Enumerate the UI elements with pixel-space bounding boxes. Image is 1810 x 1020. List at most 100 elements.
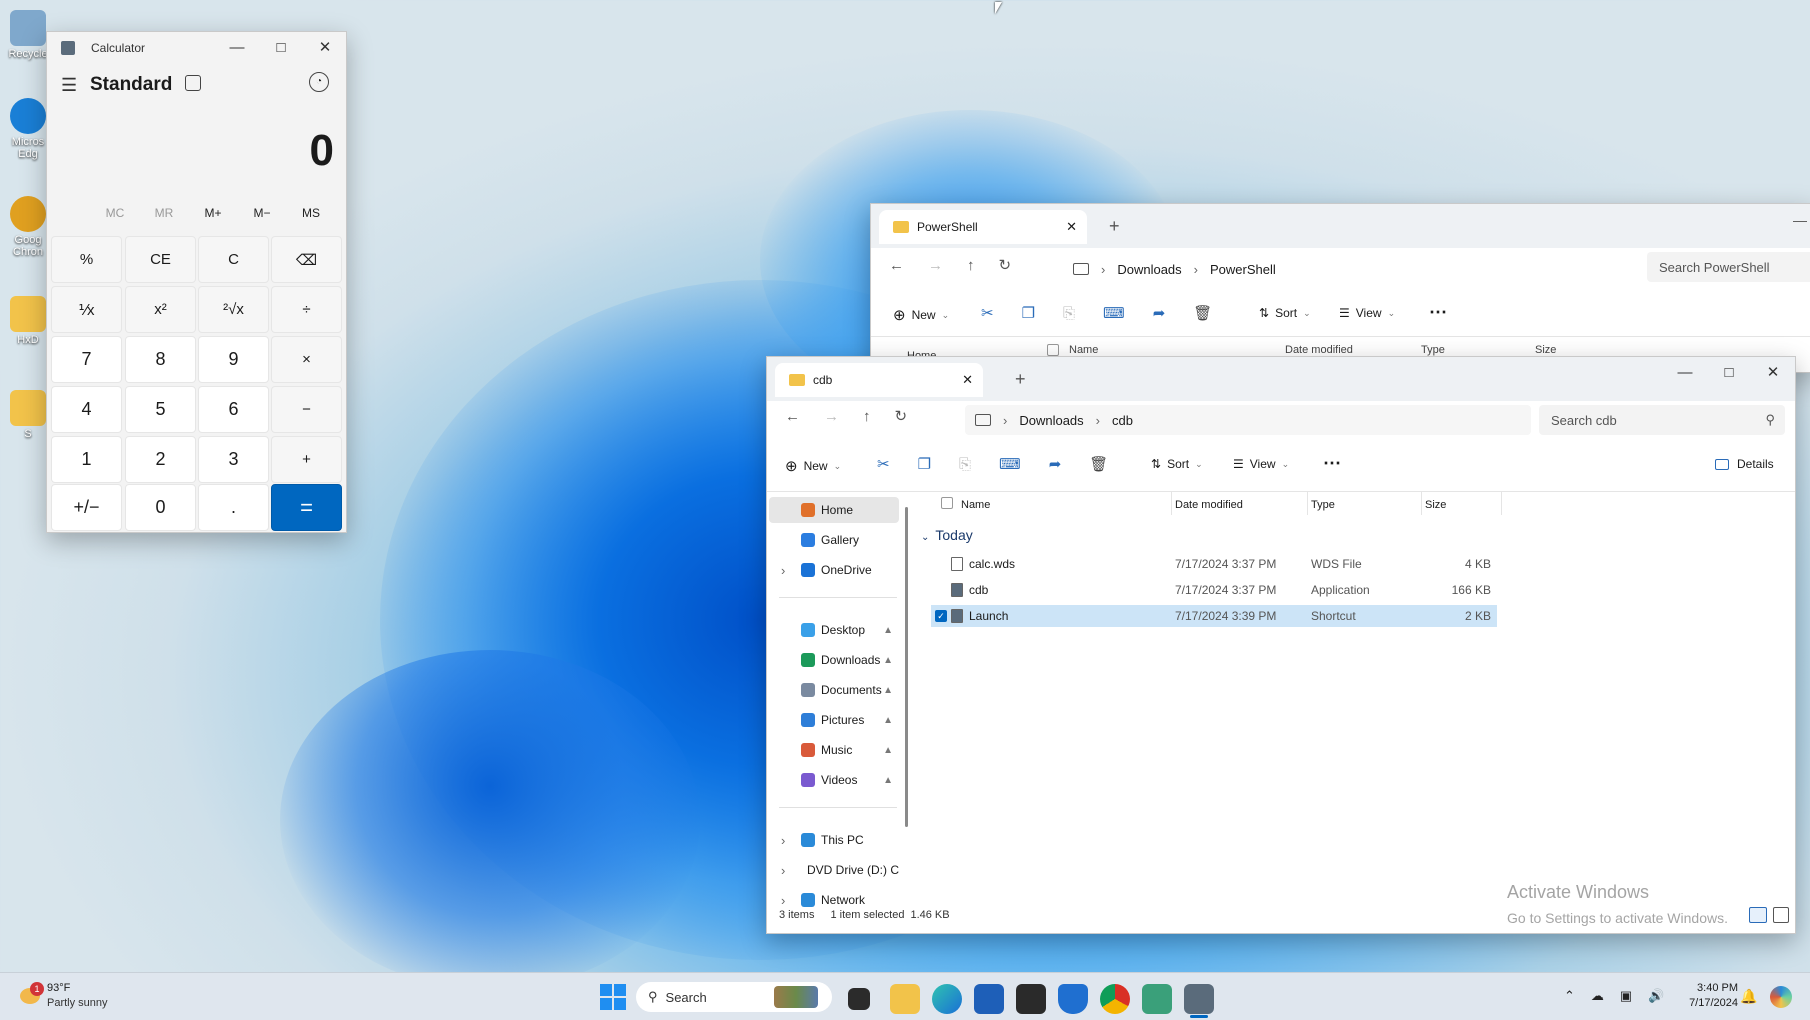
- start-button[interactable]: [600, 984, 626, 1010]
- minimize-button[interactable]: —: [1793, 212, 1807, 228]
- expand-chevron-icon[interactable]: ›: [781, 863, 785, 878]
- desktop-icon[interactable]: HxD: [6, 296, 50, 346]
- nav-item[interactable]: Videos ▲: [769, 767, 899, 793]
- new-icon[interactable]: ⊕: [893, 306, 906, 324]
- breadcrumb-cdb[interactable]: cdb: [1112, 413, 1133, 428]
- defender-taskbar-icon[interactable]: [1058, 984, 1088, 1014]
- calc-key[interactable]: x²: [125, 286, 196, 333]
- view-button-label[interactable]: View: [1250, 457, 1276, 471]
- calc-key[interactable]: 3: [198, 436, 269, 483]
- new-button-label[interactable]: New: [804, 459, 828, 473]
- search-input[interactable]: Search cdb: [1551, 413, 1617, 428]
- col-size[interactable]: Size: [1425, 499, 1446, 511]
- calc-key[interactable]: .: [198, 484, 269, 531]
- keep-on-top-icon[interactable]: [185, 75, 201, 91]
- memory-button[interactable]: M˅: [337, 206, 346, 220]
- details-button-label[interactable]: Details: [1737, 457, 1774, 471]
- copilot-icon[interactable]: [1770, 986, 1792, 1008]
- select-all-checkbox[interactable]: [1047, 344, 1059, 356]
- notepad-taskbar-icon[interactable]: [1142, 984, 1172, 1014]
- new-button-label[interactable]: New: [912, 308, 936, 322]
- notification-bell-icon[interactable]: 🔔: [1740, 988, 1757, 1005]
- up-icon[interactable]: ↑: [967, 257, 975, 274]
- clock[interactable]: 3:40 PM 7/17/2024: [1682, 982, 1738, 1009]
- rename-icon[interactable]: ⌨: [1103, 304, 1125, 322]
- close-tab-icon[interactable]: ✕: [962, 372, 973, 388]
- edge-taskbar-icon[interactable]: [932, 984, 962, 1014]
- sort-button-label[interactable]: Sort: [1167, 457, 1189, 471]
- memory-button[interactable]: MR: [140, 206, 188, 220]
- back-icon[interactable]: ←: [889, 257, 904, 274]
- maximize-button[interactable]: □: [259, 32, 303, 62]
- expand-chevron-icon[interactable]: ›: [781, 893, 785, 908]
- calc-key[interactable]: ⌫: [271, 236, 342, 283]
- expand-chevron-icon[interactable]: ›: [781, 833, 785, 848]
- search-icon[interactable]: ⚲: [1765, 412, 1775, 428]
- breadcrumb-downloads[interactable]: Downloads: [1019, 413, 1083, 428]
- calc-key[interactable]: 1: [51, 436, 122, 483]
- file-row[interactable]: calc.wds 7/17/2024 3:37 PM WDS File 4 KB: [931, 553, 1497, 575]
- close-tab-icon[interactable]: ✕: [1066, 219, 1077, 235]
- calc-key[interactable]: 7: [51, 336, 122, 383]
- minimize-button[interactable]: —: [215, 32, 259, 62]
- breadcrumb-downloads[interactable]: Downloads: [1117, 262, 1181, 277]
- calc-key[interactable]: 6: [198, 386, 269, 433]
- group-header-today[interactable]: ⌄ Today: [921, 527, 973, 543]
- calc-key[interactable]: ⅟x: [51, 286, 122, 333]
- forward-icon[interactable]: →: [824, 408, 839, 425]
- taskbar-search[interactable]: ⚲ Search: [636, 982, 832, 1012]
- desktop-icon[interactable]: Micros Edg: [6, 98, 50, 160]
- new-tab-icon[interactable]: +: [1015, 369, 1026, 390]
- memory-button[interactable]: M+: [189, 206, 237, 220]
- calc-key[interactable]: ×: [271, 336, 342, 383]
- calculator-taskbar-icon[interactable]: [1184, 984, 1214, 1014]
- new-icon[interactable]: ⊕: [785, 457, 798, 475]
- calc-key[interactable]: CE: [125, 236, 196, 283]
- volume-icon[interactable]: 🔊: [1648, 988, 1664, 1004]
- tiles-view-toggle-icon[interactable]: [1773, 907, 1789, 923]
- file-explorer-taskbar-icon[interactable]: [890, 984, 920, 1014]
- select-all-checkbox[interactable]: [941, 497, 953, 509]
- maximize-button[interactable]: □: [1707, 357, 1751, 387]
- forward-icon[interactable]: →: [928, 257, 943, 274]
- desktop-icon[interactable]: Goog Chron: [6, 196, 50, 258]
- col-date[interactable]: Date modified: [1175, 499, 1243, 511]
- store-taskbar-icon[interactable]: [974, 984, 1004, 1014]
- search-box[interactable]: Search cdb ⚲: [1539, 405, 1785, 435]
- cut-icon[interactable]: ✂: [877, 455, 890, 473]
- close-button[interactable]: ✕: [303, 32, 346, 62]
- cut-icon[interactable]: ✂: [981, 304, 994, 322]
- calc-key[interactable]: %: [51, 236, 122, 283]
- nav-item[interactable]: Gallery: [769, 527, 899, 553]
- desktop-icon[interactable]: S: [6, 390, 50, 440]
- col-type[interactable]: Type: [1311, 499, 1335, 511]
- chrome-taskbar-icon[interactable]: [1100, 984, 1130, 1014]
- nav-item[interactable]: › This PC: [769, 827, 899, 853]
- share-icon[interactable]: ➦: [1153, 304, 1166, 322]
- nav-item[interactable]: › OneDrive: [769, 557, 899, 583]
- desktop-icon[interactable]: Recycle: [6, 10, 50, 60]
- copy-icon[interactable]: ❐: [1022, 304, 1035, 322]
- new-tab-icon[interactable]: +: [1109, 216, 1120, 237]
- minimize-button[interactable]: —: [1663, 357, 1707, 387]
- calc-key[interactable]: 0: [125, 484, 196, 531]
- calc-key[interactable]: 4: [51, 386, 122, 433]
- network-offline-icon[interactable]: ☁: [1591, 988, 1604, 1004]
- row-checkbox[interactable]: ✓: [935, 610, 947, 622]
- history-icon[interactable]: ◔: [309, 72, 329, 92]
- calc-key[interactable]: =: [271, 484, 342, 531]
- copy-icon[interactable]: ❐: [918, 455, 931, 473]
- refresh-icon[interactable]: ↻: [999, 256, 1012, 274]
- memory-button[interactable]: MC: [91, 206, 139, 220]
- col-name[interactable]: Name: [961, 499, 990, 511]
- tab-powershell[interactable]: PowerShell ✕: [879, 210, 1087, 244]
- col-date[interactable]: Date modified: [1285, 344, 1353, 356]
- search-input[interactable]: Search PowerShell: [1647, 252, 1810, 282]
- task-view-icon[interactable]: [848, 988, 870, 1010]
- nav-item[interactable]: Music ▲: [769, 737, 899, 763]
- display-icon[interactable]: ▣: [1620, 988, 1632, 1004]
- calc-key[interactable]: +: [271, 436, 342, 483]
- memory-button[interactable]: M−: [238, 206, 286, 220]
- calc-key[interactable]: +/−: [51, 484, 122, 531]
- calc-key[interactable]: 2: [125, 436, 196, 483]
